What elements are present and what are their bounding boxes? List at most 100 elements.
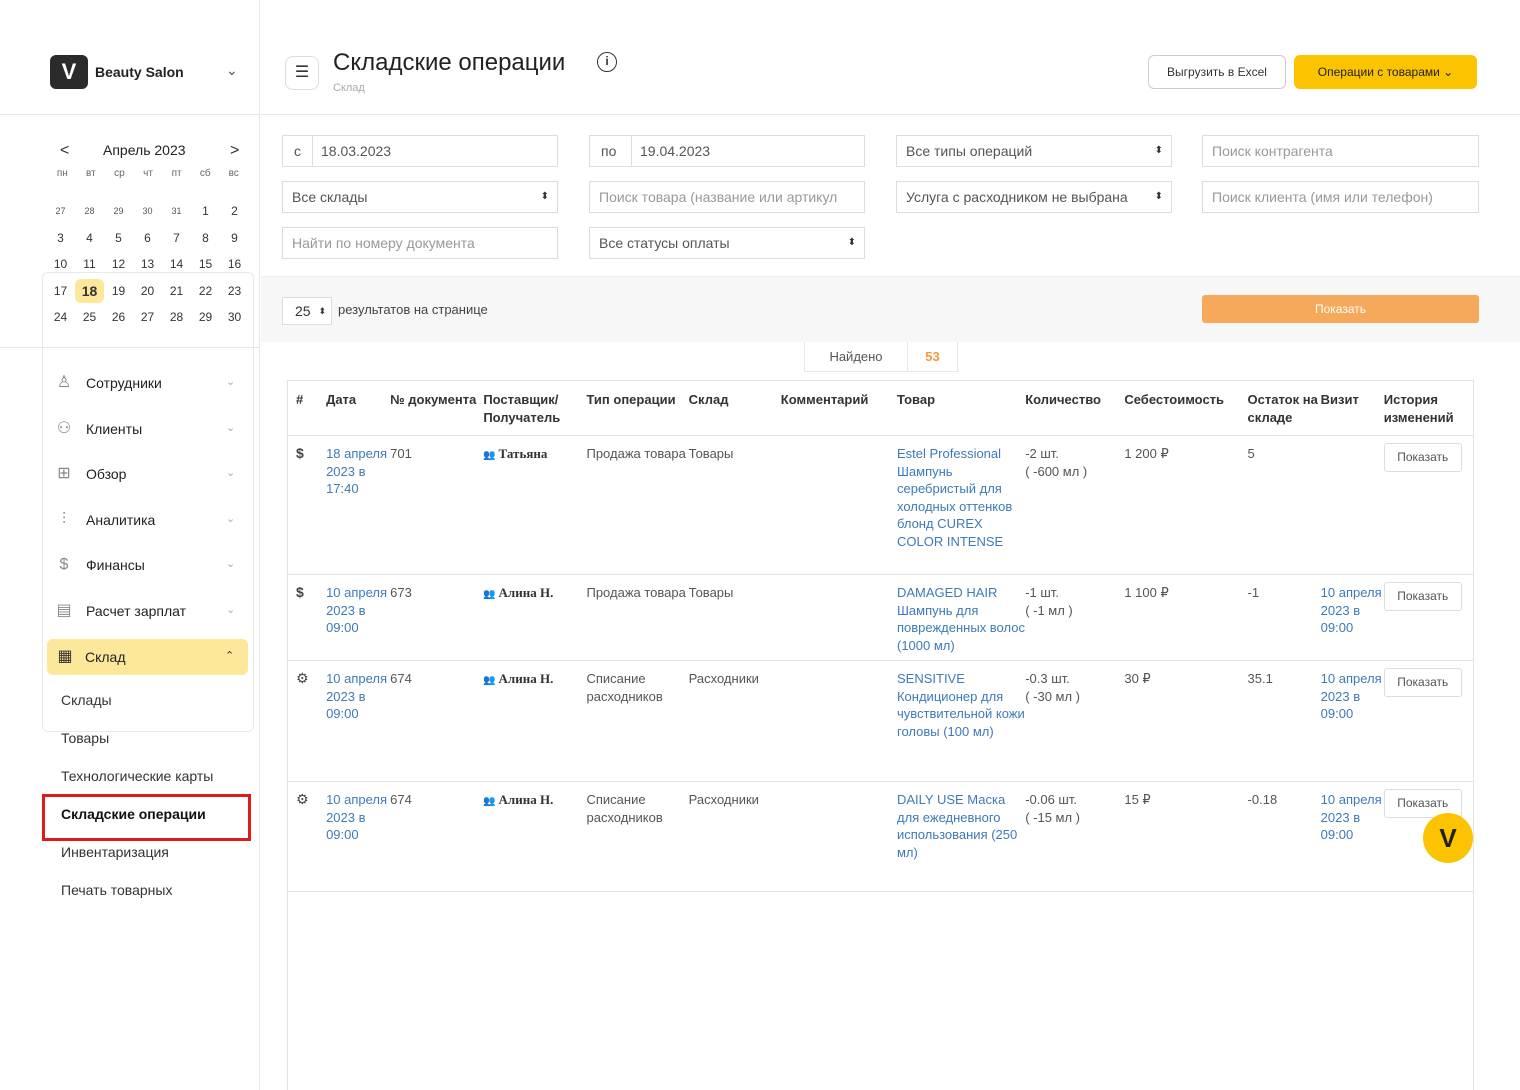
submenu-item[interactable]: Товары (61, 730, 251, 768)
operation-type: Списание расходников (586, 671, 663, 704)
select-caret-icon: ⬍ (540, 191, 549, 202)
history-show-button[interactable]: Показать (1383, 582, 1462, 611)
menu-item-warehouse[interactable]: ▦ Склад ⌃ (47, 639, 248, 675)
visit-link[interactable]: 10 апреля 2023 в 09:00 (1321, 792, 1382, 842)
calendar-day[interactable]: 29 (104, 206, 133, 216)
calendar-day[interactable]: 7 (162, 231, 191, 245)
contractor-name[interactable]: Алина Н. (499, 585, 554, 600)
product-operations-button[interactable]: Операции с товарами ⌄ (1294, 55, 1477, 89)
product-search-input[interactable]: Поиск товара (название или артикул (589, 181, 865, 213)
calendar-day[interactable]: 11 (75, 257, 104, 271)
chevron-down-icon[interactable]: ⌄ (226, 62, 238, 79)
table-cell (780, 574, 897, 661)
calendar-day[interactable]: 31 (162, 206, 191, 216)
calendar-day[interactable]: 5 (104, 231, 133, 245)
date-to-field[interactable]: по 19.04.2023 (589, 135, 865, 167)
date-link[interactable]: 10 апреля 2023 в 09:00 (326, 792, 387, 842)
operation-type: Списание расходников (586, 792, 663, 825)
product-link[interactable]: Estel Professional Шампунь серебристый д… (897, 446, 1012, 549)
weekday-label: чт (143, 168, 153, 179)
table-cell: 10 апреля 2023 в 09:00 (1320, 781, 1384, 892)
show-results-button[interactable]: Показать (1202, 295, 1479, 323)
contractor-search-input[interactable]: Поиск контрагента (1202, 135, 1479, 167)
table-body: $18 апреля 2023 в 17:40 701 👥 Татьяна Прода… (288, 435, 1473, 892)
table-cell: Товары (688, 574, 781, 661)
contractor-name[interactable]: Татьяна (499, 446, 548, 461)
column-header: История изменений (1383, 381, 1473, 436)
product-link[interactable]: DAMAGED HAIR Шампунь для поврежденных во… (897, 585, 1025, 653)
calendar-day[interactable]: 10 (46, 257, 75, 271)
operation-type-icon: $ (296, 445, 304, 461)
calendar-day[interactable]: 16 (220, 257, 249, 271)
per-page-select[interactable]: 25 ⬍ (282, 297, 332, 325)
table-row: $18 апреля 2023 в 17:40 701 👥 Татьяна Прода… (288, 435, 1473, 575)
calendar-day[interactable]: 4 (75, 231, 104, 245)
weekday-label: пт (171, 168, 182, 179)
table-cell: 15 ₽ (1124, 781, 1248, 892)
date-link[interactable]: 10 апреля 2023 в 09:00 (326, 585, 387, 635)
client-search-input[interactable]: Поиск клиента (имя или телефон) (1202, 181, 1479, 213)
submenu-item[interactable]: Инвентаризация (61, 844, 251, 882)
date-link[interactable]: 10 апреля 2023 в 09:00 (326, 671, 387, 721)
next-month-button[interactable]: > (230, 142, 239, 160)
calendar-day[interactable]: 12 (104, 257, 133, 271)
warehouse-select-value: Все склады (292, 189, 368, 205)
export-excel-button[interactable]: Выгрузить в Excel (1148, 55, 1286, 89)
floating-help-button[interactable]: V (1423, 813, 1473, 863)
history-show-button[interactable]: Показать (1383, 443, 1462, 472)
warehouse-name: Расходники (688, 671, 759, 686)
per-page-value: 25 (295, 303, 311, 319)
table-cell: Расходники (688, 660, 781, 782)
calendar-day[interactable]: 8 (191, 231, 220, 245)
column-header: Комментарий (780, 381, 897, 436)
contractor-name[interactable]: Алина Н. (499, 792, 554, 807)
calendar-day[interactable]: 28 (75, 206, 104, 216)
menu-toggle-button[interactable]: ☰ (285, 56, 319, 90)
warehouse-icon: ▦ (57, 648, 73, 665)
table-row: $10 апреля 2023 в 09:00 673 👥 Алина Н. Прод… (288, 574, 1473, 661)
breadcrumb[interactable]: Склад (333, 82, 365, 94)
table-cell: $ (288, 435, 327, 575)
submenu-item[interactable]: Склады (61, 692, 251, 730)
calendar-day[interactable]: 9 (220, 231, 249, 245)
document-number-input[interactable]: Найти по номеру документа (282, 227, 558, 259)
column-header: Себестоимость (1124, 381, 1248, 436)
calendar-day[interactable]: 3 (46, 231, 75, 245)
info-icon[interactable]: i (597, 52, 617, 72)
per-page-label: результатов на странице (338, 302, 488, 317)
table-cell: ⚙ (288, 781, 327, 892)
date-from-field[interactable]: с 18.03.2023 (282, 135, 558, 167)
product-link[interactable]: SENSITIVE Кондиционер для чувствительной… (897, 671, 1025, 739)
submenu-item[interactable]: Печать товарных (61, 882, 251, 920)
calendar-day[interactable]: 1 (191, 204, 220, 218)
quantity-ml: ( -30 мл ) (1025, 688, 1080, 704)
operation-type: Продажа товара (586, 585, 686, 600)
service-select[interactable]: Услуга с расходником не выбрана ⬍ (896, 181, 1172, 213)
calendar-day[interactable]: 2 (220, 204, 249, 218)
calendar-day[interactable]: 15 (191, 257, 220, 271)
table-row: ⚙ 10 апреля 2023 в 09:00 674 👥 Алина Н. Спис… (288, 781, 1473, 892)
calendar-day[interactable]: 6 (133, 231, 162, 245)
date-link[interactable]: 18 апреля 2023 в 17:40 (326, 446, 387, 496)
warehouse-select[interactable]: Все склады ⬍ (282, 181, 558, 213)
contractor-name[interactable]: Алина Н. (499, 671, 554, 686)
filters-panel: с 18.03.2023 по 19.04.2023 Все типы операц… (261, 116, 1520, 342)
product-link[interactable]: DAILY USE Маска для ежедневного использо… (897, 792, 1017, 860)
brand-switcher[interactable]: V Beauty Salon ⌄ (0, 0, 259, 115)
calendar-week: 3456789 (46, 225, 251, 252)
payment-status-select[interactable]: Все статусы оплаты ⬍ (589, 227, 865, 259)
prev-month-button[interactable]: < (60, 142, 69, 160)
table-cell: Расходники (688, 781, 781, 892)
calendar-day[interactable]: 14 (162, 257, 191, 271)
operation-type-select[interactable]: Все типы операций ⬍ (896, 135, 1172, 167)
table-cell: 30 ₽ (1124, 660, 1248, 782)
table-cell: Продажа товара (586, 574, 689, 661)
visit-link[interactable]: 10 апреля 2023 в 09:00 (1321, 585, 1382, 635)
calendar-day[interactable]: 27 (46, 206, 75, 216)
calendar-day[interactable]: 13 (133, 257, 162, 271)
visit-link[interactable]: 10 апреля 2023 в 09:00 (1321, 671, 1382, 721)
calendar-day[interactable]: 30 (133, 206, 162, 216)
history-show-button[interactable]: Показать (1383, 668, 1462, 697)
stock-rest: 35.1 (1247, 671, 1273, 686)
people-icon: 👥 (483, 796, 499, 807)
